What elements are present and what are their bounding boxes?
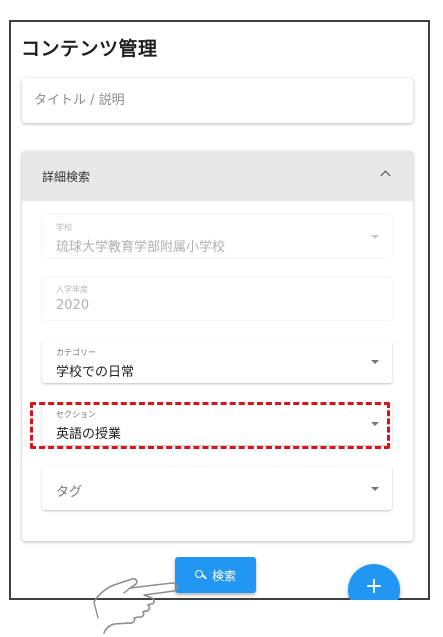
search-input[interactable] <box>22 78 413 123</box>
school-value: 琉球大学教育学部附属小学校 <box>56 240 226 255</box>
caret-down-icon <box>371 235 379 239</box>
detail-search-panel: 詳細検索 学校 琉球大学教育学部附属小学校 入学年度 2020 カテゴリー 学校… <box>22 151 413 541</box>
search-card <box>22 78 413 123</box>
enrollment-year-value: 2020 <box>56 298 90 313</box>
caret-down-icon[interactable] <box>371 422 379 426</box>
category-label: カテゴリー <box>56 348 96 357</box>
app-frame: コンテンツ管理 詳細検索 学校 琉球大学教育学部附属小学校 入学年度 2020 … <box>9 20 430 600</box>
search-button-label: 検索 <box>211 568 236 583</box>
chevron-up-icon[interactable] <box>380 170 391 181</box>
caret-down-icon[interactable] <box>371 360 379 364</box>
category-select[interactable]: カテゴリー 学校での日常 <box>42 340 392 383</box>
category-value: 学校での日常 <box>56 365 135 380</box>
pointing-hand-icon <box>93 578 178 634</box>
enrollment-year-field: 入学年度 2020 <box>42 277 392 320</box>
section-select[interactable]: セクション 英語の授業 <box>42 402 392 445</box>
add-content-button[interactable]: + <box>348 564 400 600</box>
fab-container: + <box>345 560 405 600</box>
detail-search-title: 詳細検索 <box>42 170 91 184</box>
section-label: セクション <box>56 410 96 419</box>
page-title: コンテンツ管理 <box>21 38 158 60</box>
tag-select[interactable]: タグ <box>42 467 392 510</box>
tag-placeholder: タグ <box>56 485 83 500</box>
magnifier-icon <box>194 570 205 580</box>
school-label: 学校 <box>56 223 72 232</box>
school-select: 学校 琉球大学教育学部附属小学校 <box>42 215 392 258</box>
detail-search-header[interactable]: 詳細検索 <box>22 151 413 201</box>
section-value: 英語の授業 <box>56 427 122 442</box>
plus-icon: + <box>364 574 384 599</box>
enrollment-year-label: 入学年度 <box>56 285 88 294</box>
caret-down-icon[interactable] <box>371 487 379 491</box>
